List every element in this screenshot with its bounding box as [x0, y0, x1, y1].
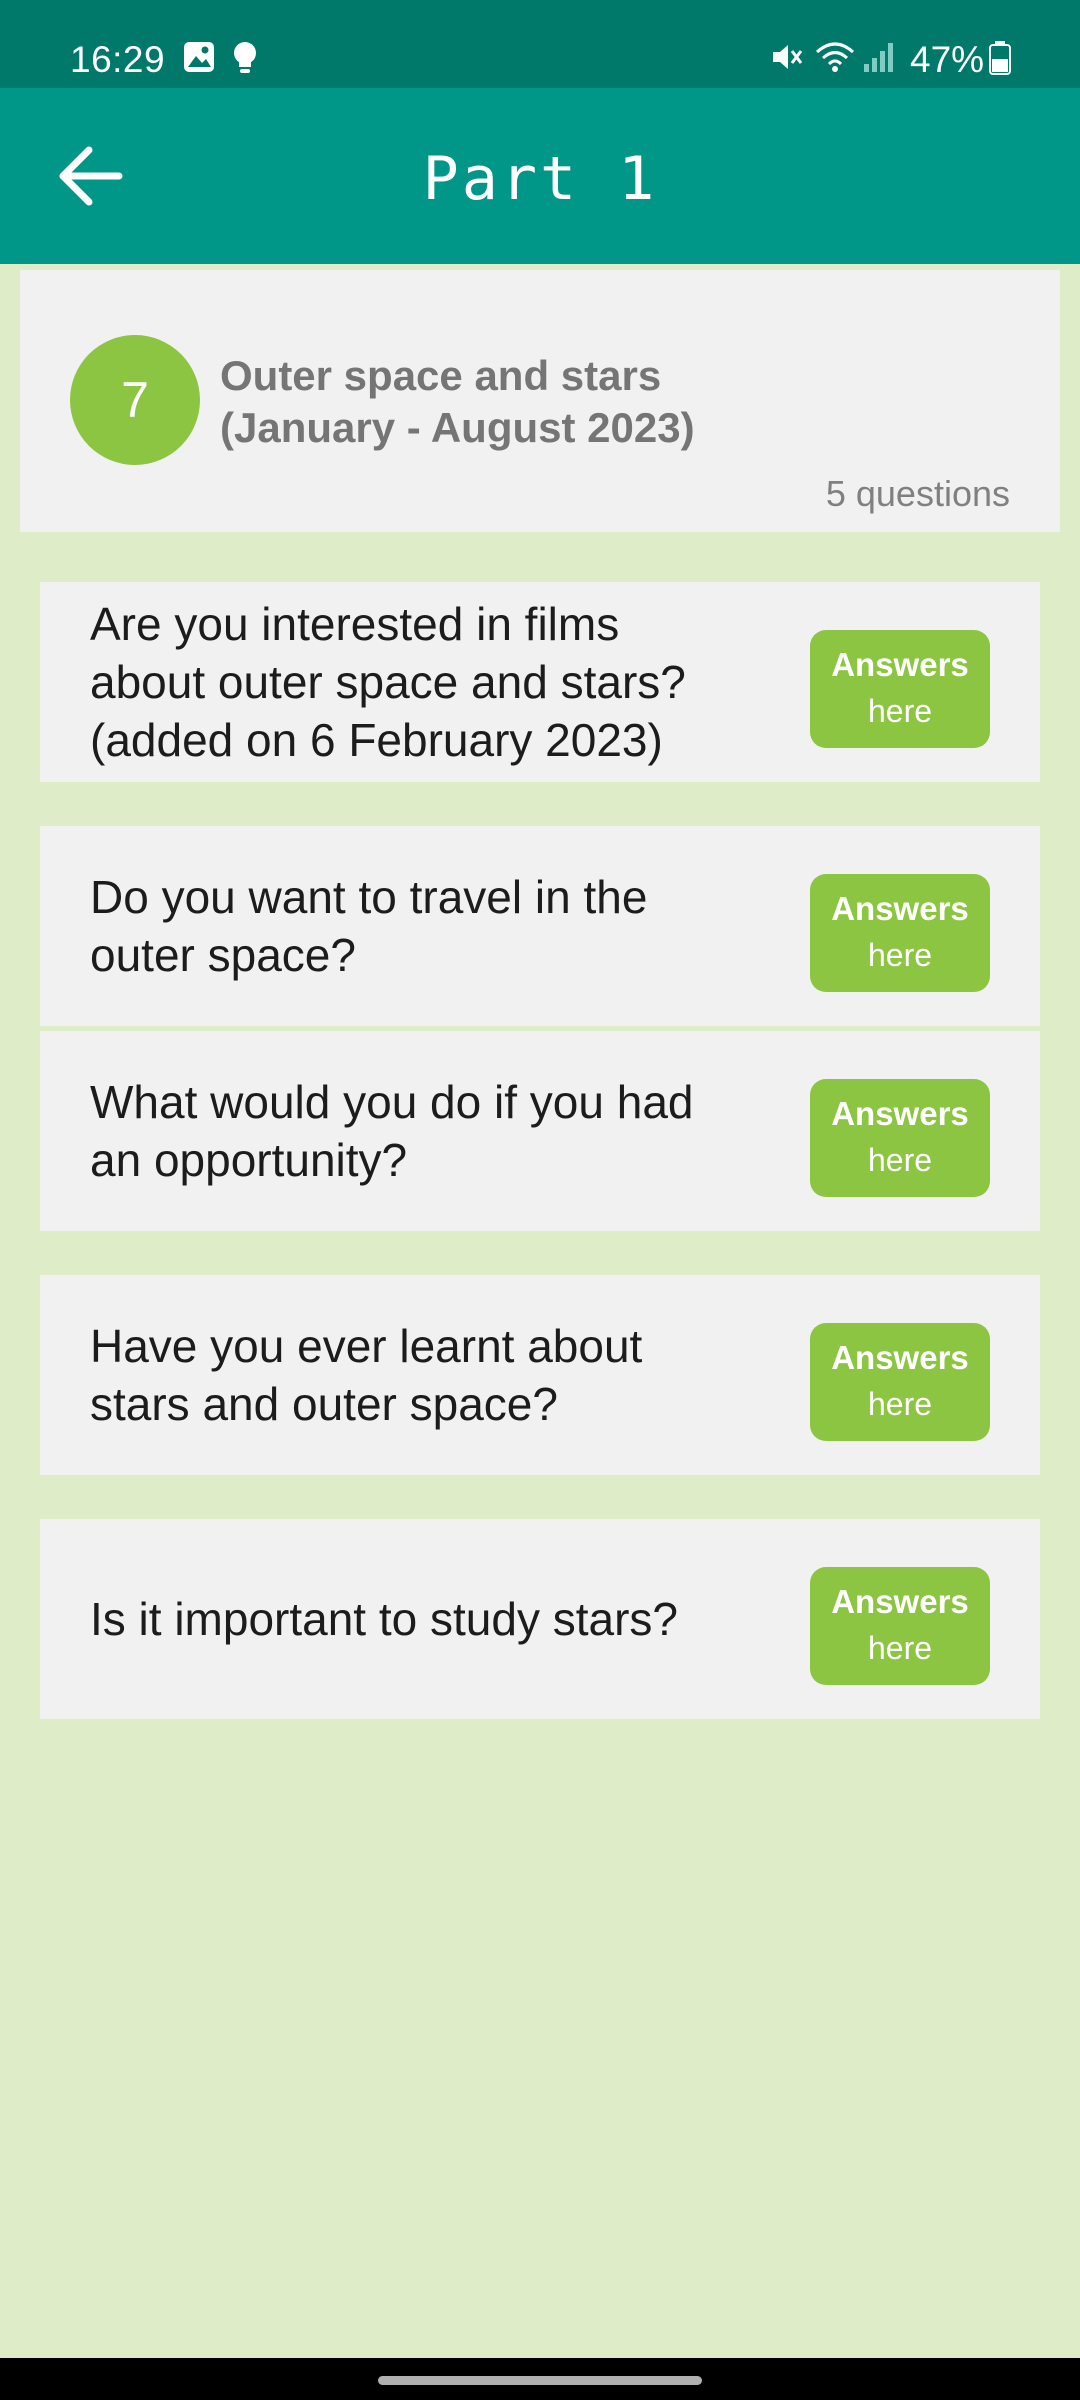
battery-icon	[988, 40, 1028, 80]
question-text: Do you want to travel in the outer space…	[90, 871, 648, 981]
home-gesture-handle[interactable]	[378, 2376, 702, 2385]
question-text: What would you do if you had an opportun…	[90, 1076, 694, 1186]
wifi-icon	[815, 40, 855, 80]
battery-percent: 47%	[910, 39, 985, 80]
status-bar: 16:29 47%	[0, 0, 1080, 88]
bulb-icon	[230, 40, 270, 80]
question-card: Is it important to study stars? Answers …	[40, 1519, 1040, 1719]
navigation-bar	[0, 2358, 1080, 2400]
answers-button-label: Answers	[831, 890, 969, 927]
topic-header-card: 7 Outer space and stars (January - Augus…	[20, 270, 1060, 532]
signal-icon	[862, 40, 902, 80]
answers-button-label: Answers	[831, 1095, 969, 1132]
answers-button-label: Answers	[831, 646, 969, 683]
answers-button-sublabel: here	[867, 1386, 933, 1422]
page-title: Part 1	[422, 144, 658, 214]
answers-button[interactable]: Answers here	[810, 1079, 990, 1197]
mute-icon	[770, 40, 810, 80]
answers-button-label: Answers	[831, 1339, 969, 1376]
question-card: What would you do if you had an opportun…	[40, 1031, 1040, 1231]
gallery-icon	[182, 40, 222, 80]
question-text: Are you interested in films about outer …	[90, 598, 686, 766]
question-text: Is it important to study stars?	[90, 1593, 679, 1645]
topic-title: Outer space and stars (January - August …	[220, 352, 695, 451]
question-text: Have you ever learnt about stars and out…	[90, 1320, 643, 1430]
question-count: 5 questions	[825, 473, 1010, 514]
answers-button-sublabel: here	[867, 937, 933, 973]
answers-button-sublabel: here	[867, 1630, 933, 1666]
question-card: Are you interested in films about outer …	[40, 582, 1040, 782]
answers-button[interactable]: Answers here	[810, 1323, 990, 1441]
question-card: Do you want to travel in the outer space…	[40, 826, 1040, 1026]
answers-button[interactable]: Answers here	[810, 874, 990, 992]
answers-button[interactable]: Answers here	[810, 1567, 990, 1685]
answers-button[interactable]: Answers here	[810, 630, 990, 748]
question-card: Have you ever learnt about stars and out…	[40, 1275, 1040, 1475]
status-time: 16:29	[70, 39, 166, 80]
answers-button-sublabel: here	[867, 1142, 933, 1178]
answers-button-label: Answers	[831, 1583, 969, 1620]
app-bar: Part 1	[0, 88, 1080, 264]
answers-button-sublabel: here	[867, 693, 933, 729]
topic-number-badge: 7	[70, 335, 200, 465]
